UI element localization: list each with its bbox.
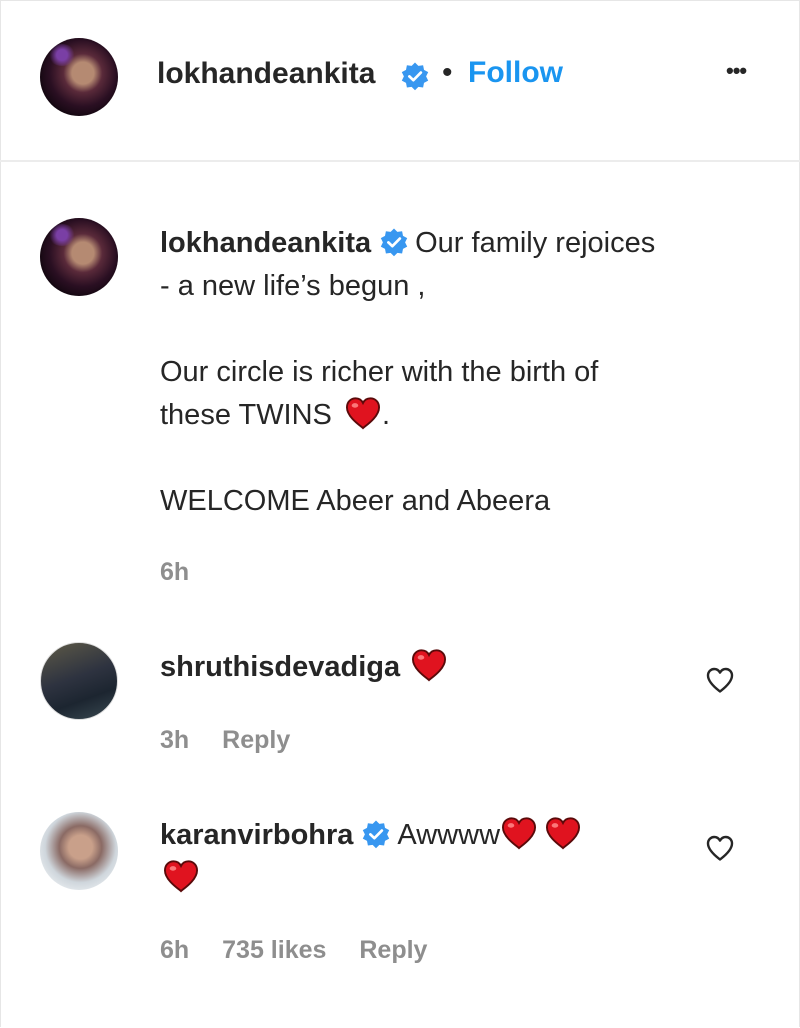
comment-time[interactable]: 6h <box>160 936 189 965</box>
comment-likes[interactable]: 735 likes <box>222 936 326 965</box>
caption-line-4-end: . <box>381 399 391 431</box>
separator-dot: • <box>442 56 453 89</box>
post-header: lokhandeankita • Follow ••• <box>0 0 800 162</box>
caption-line-5: WELCOME Abeer and Abeera <box>160 485 551 517</box>
caption-username[interactable]: lokhandeankita <box>160 227 371 259</box>
reply-button[interactable]: Reply <box>222 726 290 755</box>
reply-button[interactable]: Reply <box>359 936 427 965</box>
caption-line-4: these TWINS <box>160 399 332 431</box>
comment-meta: 6h 735 likes Reply <box>160 936 453 965</box>
caption-line-3: Our circle is richer with the birth of <box>160 356 599 388</box>
verified-badge-icon <box>400 61 430 91</box>
comment-avatar[interactable] <box>40 812 118 890</box>
red-heart-icon <box>344 396 382 430</box>
caption-line-1: Our family rejoices <box>415 227 656 259</box>
comment-time[interactable]: 3h <box>160 726 189 755</box>
follow-button[interactable]: Follow <box>468 56 563 90</box>
red-heart-icon <box>410 648 448 682</box>
post-meta: 6h <box>160 558 215 587</box>
post-caption: lokhandeankita Our family rejoices - a ne… <box>160 222 740 523</box>
caption-line-2: - a new life’s begun , <box>160 270 426 302</box>
comment-text: Awwww <box>397 819 501 851</box>
avatar[interactable] <box>40 38 118 116</box>
comment-body: shruthisdevadiga <box>160 646 448 689</box>
post-time[interactable]: 6h <box>160 558 189 587</box>
red-heart-icon <box>162 859 200 893</box>
comment-username[interactable]: karanvirbohra <box>160 819 353 851</box>
like-heart-icon[interactable] <box>705 666 735 694</box>
like-heart-icon[interactable] <box>705 834 735 862</box>
comment-meta: 3h Reply <box>160 726 316 755</box>
verified-badge-icon <box>361 819 391 849</box>
verified-badge-icon <box>379 227 409 257</box>
comment-body: karanvirbohra Awwww <box>160 814 660 900</box>
comment-username[interactable]: shruthisdevadiga <box>160 651 400 683</box>
red-heart-icon <box>544 816 582 850</box>
caption-avatar[interactable] <box>40 218 118 296</box>
red-heart-icon <box>500 816 538 850</box>
more-options-icon[interactable]: ••• <box>726 58 747 84</box>
comment-avatar[interactable] <box>40 642 118 720</box>
header-username[interactable]: lokhandeankita <box>157 57 375 91</box>
